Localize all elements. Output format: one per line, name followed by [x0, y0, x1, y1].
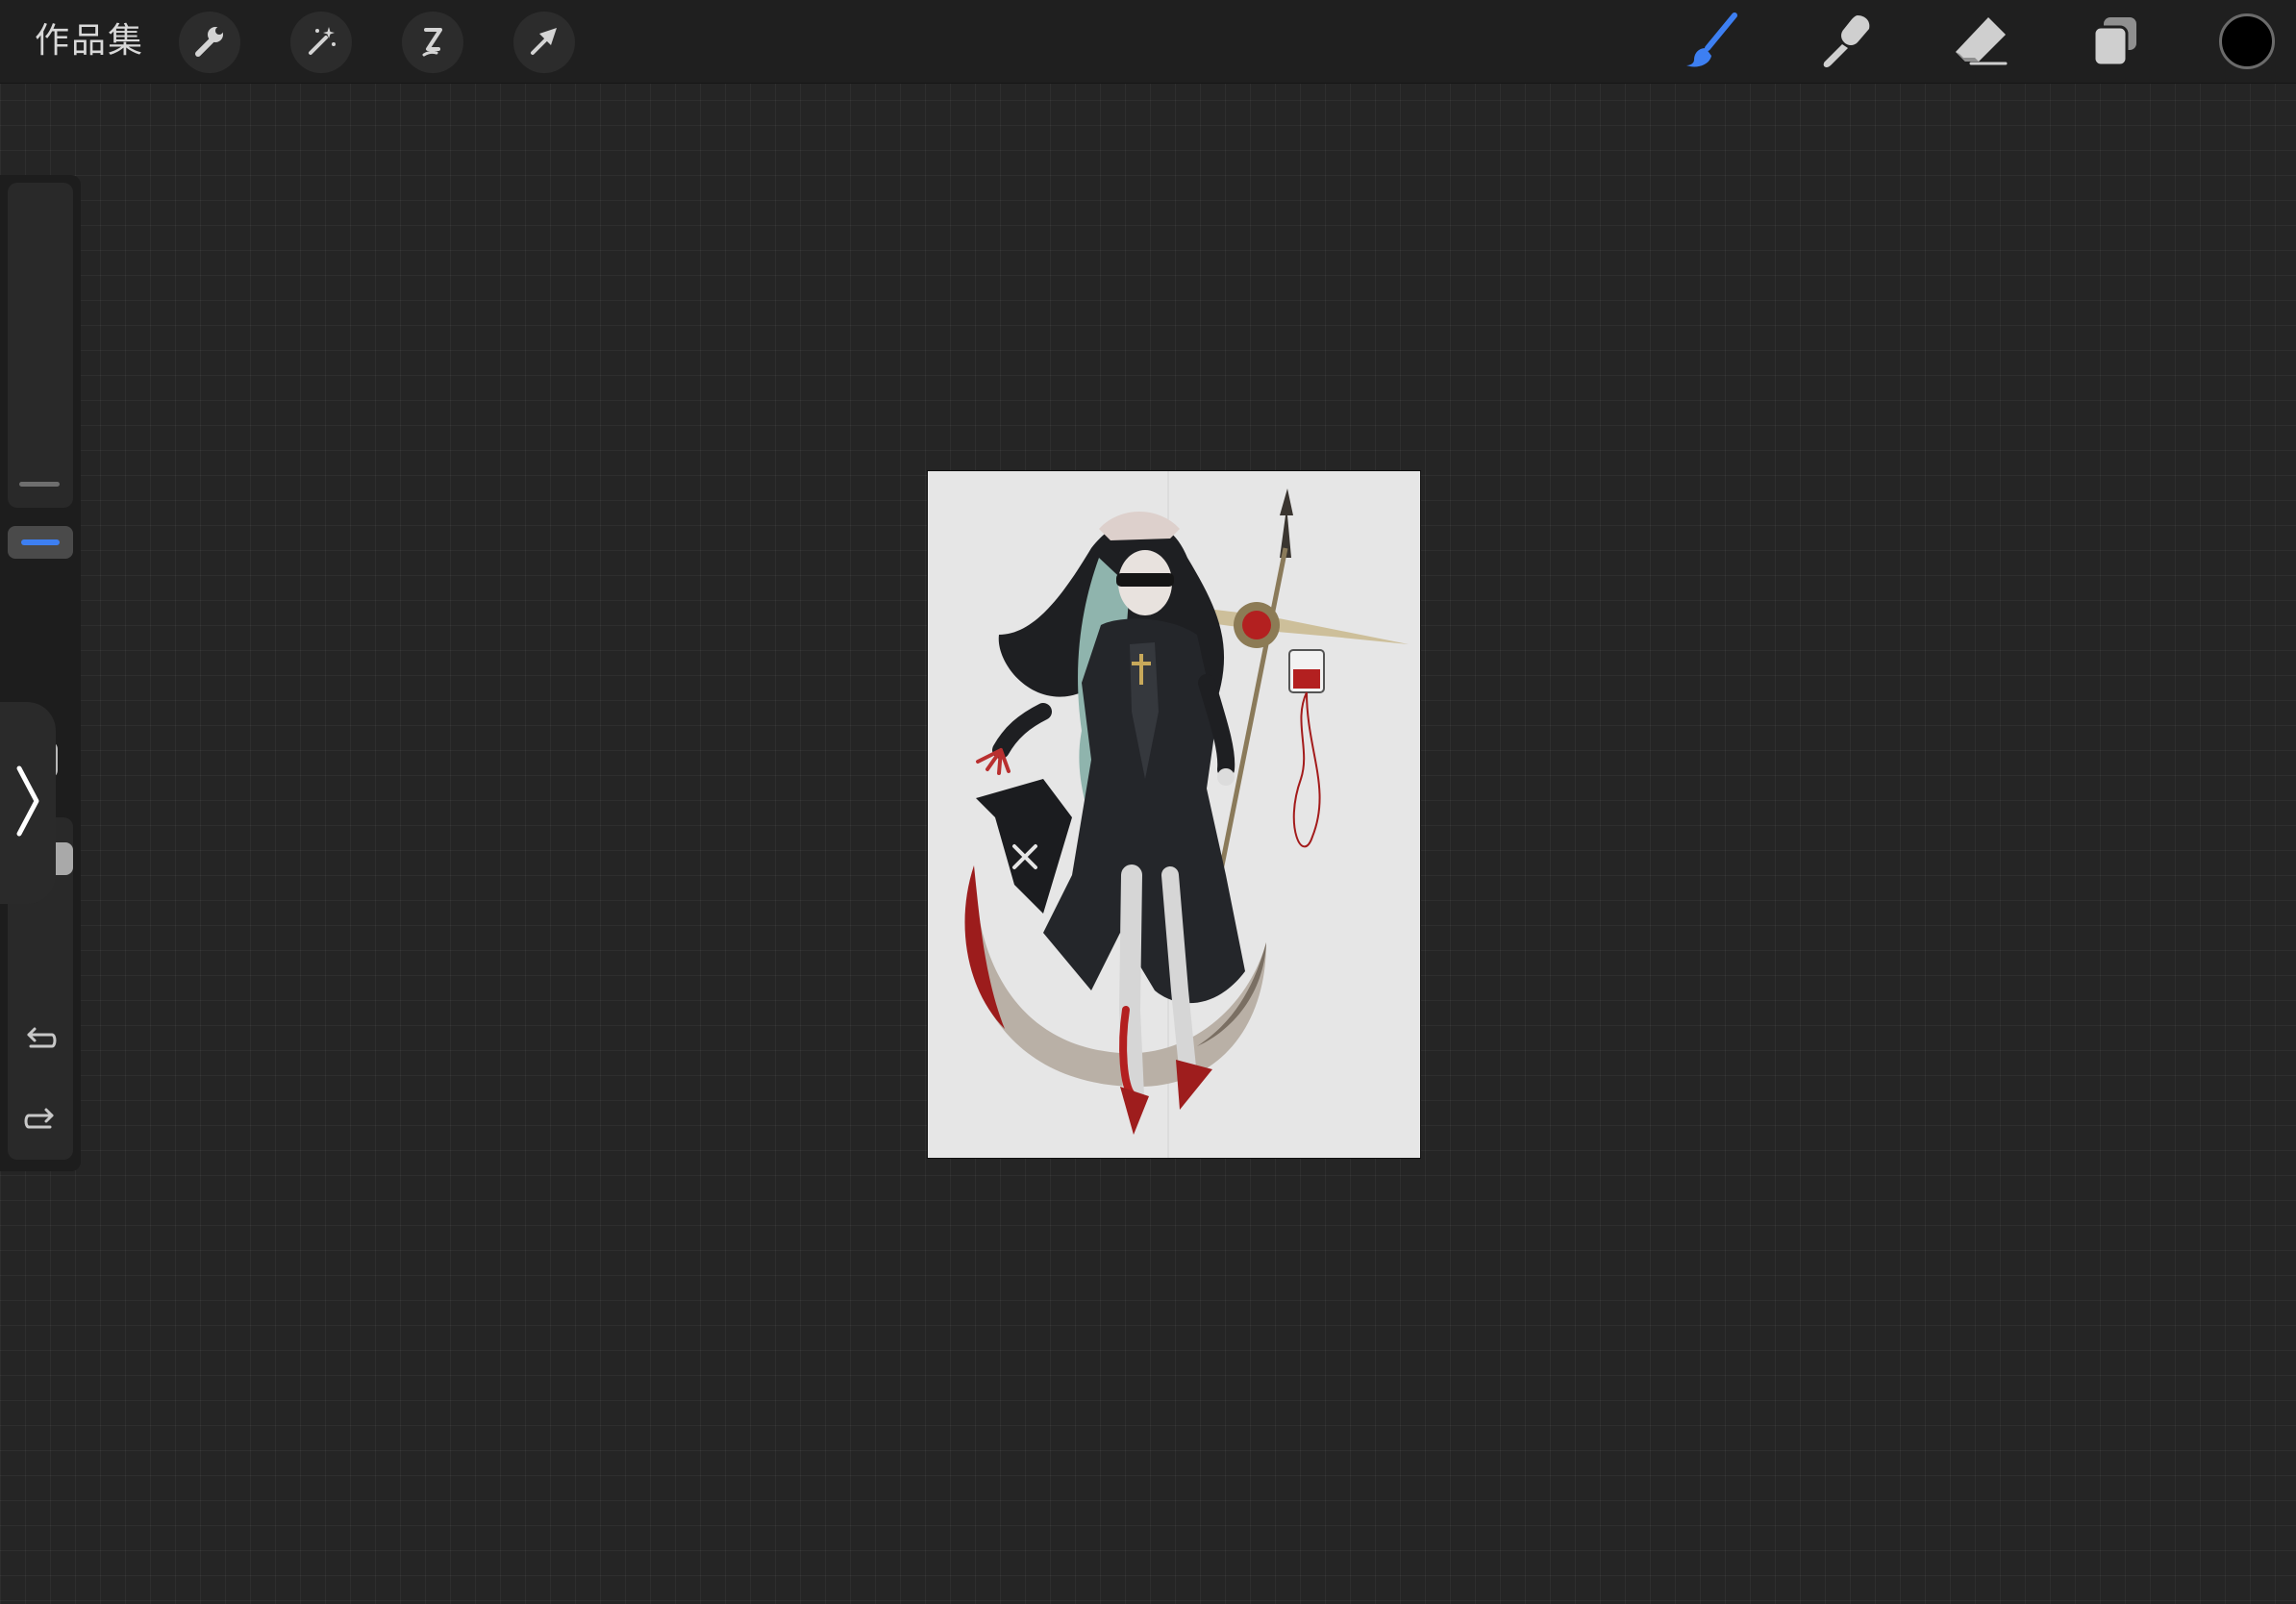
gallery-button[interactable]: 作品集: [35, 17, 144, 65]
smudge-tool[interactable]: [1811, 8, 1881, 77]
artwork-illustration: [964, 471, 1409, 1158]
top-toolbar: 作品集: [0, 0, 2296, 84]
layers-button[interactable]: [2081, 8, 2150, 77]
smudge-icon: [1815, 10, 1877, 76]
layers-icon: [2084, 10, 2146, 76]
adjustments-button[interactable]: [290, 12, 352, 73]
undo-button[interactable]: [17, 1017, 63, 1064]
transform-arrow-icon: [525, 21, 563, 64]
left-sidebar: [0, 175, 81, 1171]
brush-icon: [1681, 10, 1742, 76]
redo-button[interactable]: [17, 1098, 63, 1144]
sidebar-expand-tab[interactable]: [0, 702, 56, 904]
undo-icon: [21, 1019, 60, 1063]
size-slider-mark: [19, 482, 60, 487]
brush-size-slider[interactable]: [8, 183, 73, 508]
selection-button[interactable]: [402, 12, 463, 73]
eraser-tool[interactable]: [1946, 8, 2015, 77]
redo-icon: [21, 1100, 60, 1143]
drawing-canvas[interactable]: [928, 471, 1420, 1158]
selection-icon: [413, 21, 452, 64]
wrench-icon: [190, 21, 229, 64]
brush-tool[interactable]: [1677, 8, 1746, 77]
brush-size-thumb[interactable]: [8, 526, 73, 559]
magic-wand-icon: [302, 21, 340, 64]
actions-button[interactable]: [179, 12, 240, 73]
color-picker-button[interactable]: [2219, 13, 2275, 69]
transform-button[interactable]: [513, 12, 575, 73]
eraser-icon: [1950, 10, 2011, 76]
chevron-right-icon: [12, 763, 44, 844]
